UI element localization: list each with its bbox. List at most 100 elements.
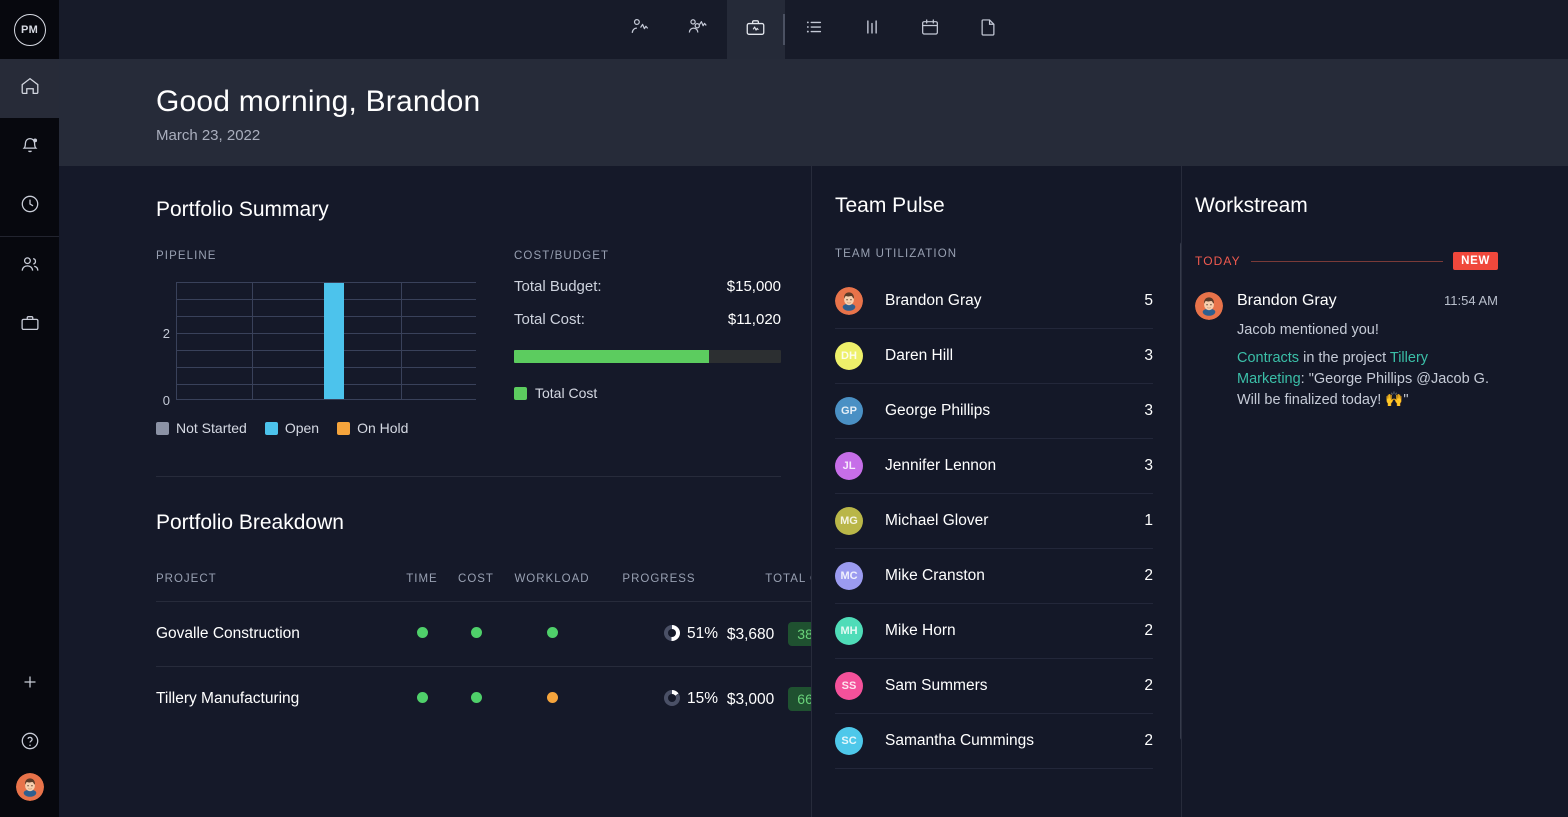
status-dot-orange [547, 692, 558, 703]
avatar: DH [835, 342, 863, 370]
avatar: SC [835, 727, 863, 755]
legend-item-not-started: Not Started [156, 420, 247, 436]
tab-list[interactable] [785, 0, 843, 59]
team-pulse-column: Team Pulse TEAM UTILIZATION Brandon Gray… [811, 166, 1181, 817]
sidebar-item-home[interactable] [0, 59, 59, 118]
portfolio-summary-panel: Portfolio Summary PIPELINE 0 2 [59, 198, 811, 436]
progress-ring [664, 690, 680, 706]
avatar: MG [835, 507, 863, 535]
pipeline-chart-block: PIPELINE 0 2 [156, 250, 476, 436]
total-cost-key: Total Cost: [514, 311, 585, 328]
pipeline-legend: Not Started Open On Hold [156, 420, 476, 436]
home-icon [19, 75, 41, 102]
cost-budget-block: COST/BUDGET Total Budget: $15,000 Total … [514, 250, 781, 436]
cell-cost-status [448, 602, 504, 667]
new-badge: NEW [1453, 252, 1498, 270]
portfolio-breakdown-table: PROJECT TIME COST WORKLOAD PROGRESS TOTA… [156, 573, 846, 731]
list-item[interactable]: DHDaren Hill3 [835, 329, 1153, 384]
legend-swatch-on-hold [337, 422, 350, 435]
progress-ring-hole [668, 694, 676, 702]
briefcase-icon [744, 16, 767, 44]
cost-progress-fill [514, 350, 709, 363]
workstream-link-contracts[interactable]: Contracts [1237, 350, 1299, 366]
list-item[interactable]: GPGeorge Phillips3 [835, 384, 1153, 439]
list-item[interactable]: MGMichael Glover1 [835, 494, 1153, 549]
legend-item-open: Open [265, 420, 319, 436]
avatar: GP [835, 397, 863, 425]
page-date: March 23, 2022 [156, 127, 1568, 144]
avatar: SS [835, 672, 863, 700]
team-utilization-list: Brandon Gray5DHDaren Hill3GPGeorge Phill… [835, 274, 1153, 769]
cell-project: Tillery Manufacturing [156, 667, 396, 732]
tab-calendar[interactable] [901, 0, 959, 59]
page-header: Good morning, Brandon March 23, 2022 [59, 59, 1568, 166]
sidebar-item-projects[interactable] [0, 296, 59, 355]
help-button[interactable] [0, 714, 59, 773]
status-dot-green [417, 692, 428, 703]
user-avatar[interactable] [16, 773, 44, 801]
add-button[interactable] [0, 655, 59, 714]
col-project[interactable]: PROJECT [156, 573, 396, 602]
briefcase-icon [19, 312, 41, 339]
bar-open[interactable] [324, 283, 344, 399]
dashboard-app: PM [0, 0, 1568, 817]
clock-icon [19, 193, 41, 220]
avatar: MH [835, 617, 863, 645]
col-progress[interactable]: PROGRESS [600, 573, 718, 602]
today-label: TODAY [1195, 254, 1241, 268]
team-member-utilization: 2 [1144, 622, 1153, 640]
tab-my-work[interactable] [611, 0, 669, 59]
legend-swatch-open [265, 422, 278, 435]
y-tick-2: 2 [163, 326, 170, 341]
list-item[interactable]: JLJennifer Lennon3 [835, 439, 1153, 494]
avatar: JL [835, 452, 863, 480]
today-rule [1251, 261, 1443, 262]
list-item[interactable]: Brandon Gray5 [835, 274, 1153, 329]
sidebar-item-timesheets[interactable] [0, 177, 59, 236]
legend-item-on-hold: On Hold [337, 420, 408, 436]
list-item[interactable]: MCMike Cranston2 [835, 549, 1153, 604]
team-member-name: Michael Glover [885, 512, 1144, 530]
team-pulse-title: Team Pulse [835, 194, 1153, 218]
avatar [835, 287, 863, 315]
col-workload[interactable]: WORKLOAD [504, 573, 600, 602]
col-time[interactable]: TIME [396, 573, 448, 602]
table-body: Govalle Construction 51% $3,68038.7% [156, 602, 846, 732]
list-item[interactable]: SSSam Summers2 [835, 659, 1153, 714]
cell-workload-status [504, 602, 600, 667]
chart-plot-area [176, 282, 476, 400]
team-activity-icon [687, 16, 709, 43]
legend-swatch-total-cost [514, 387, 527, 400]
gantt-icon [861, 16, 883, 43]
tab-documents[interactable] [959, 0, 1017, 59]
table-row[interactable]: Tillery Manufacturing 15% $3,00066.7% [156, 667, 846, 732]
tab-gantt[interactable] [843, 0, 901, 59]
cell-time-status [396, 602, 448, 667]
total-cost-amount: $3,680 [727, 626, 774, 643]
list-item[interactable]: MHMike Horn2 [835, 604, 1153, 659]
cell-cost-status [448, 667, 504, 732]
tab-portfolio[interactable] [727, 0, 785, 59]
list-item[interactable]: SCSamantha Cummings2 [835, 714, 1153, 769]
table-row[interactable]: Govalle Construction 51% $3,68038.7% [156, 602, 846, 667]
total-budget-key: Total Budget: [514, 278, 602, 295]
progress-value: 15% [687, 690, 718, 707]
top-nav-items [611, 0, 1017, 59]
people-icon [19, 253, 41, 280]
app-logo[interactable]: PM [0, 0, 59, 59]
sidebar-item-team[interactable] [0, 237, 59, 296]
bell-icon [19, 134, 41, 161]
tab-team-activity[interactable] [669, 0, 727, 59]
table-head: PROJECT TIME COST WORKLOAD PROGRESS TOTA… [156, 573, 846, 602]
workstream-item[interactable]: Brandon Gray 11:54 AM Jacob mentioned yo… [1195, 292, 1498, 411]
portfolio-column: Portfolio Summary PIPELINE 0 2 [59, 166, 811, 817]
col-cost[interactable]: COST [448, 573, 504, 602]
dashboard-body: Portfolio Summary PIPELINE 0 2 [59, 166, 1568, 817]
portfolio-summary-row: PIPELINE 0 2 [156, 250, 781, 436]
cell-progress: 15% [600, 667, 718, 732]
sidebar-item-notifications[interactable] [0, 118, 59, 177]
team-member-name: Brandon Gray [885, 292, 1144, 310]
team-pulse-panel: Team Pulse TEAM UTILIZATION Brandon Gray… [811, 194, 1181, 769]
portfolio-summary-title: Portfolio Summary [156, 198, 781, 222]
total-cost-value: $11,020 [728, 311, 781, 328]
